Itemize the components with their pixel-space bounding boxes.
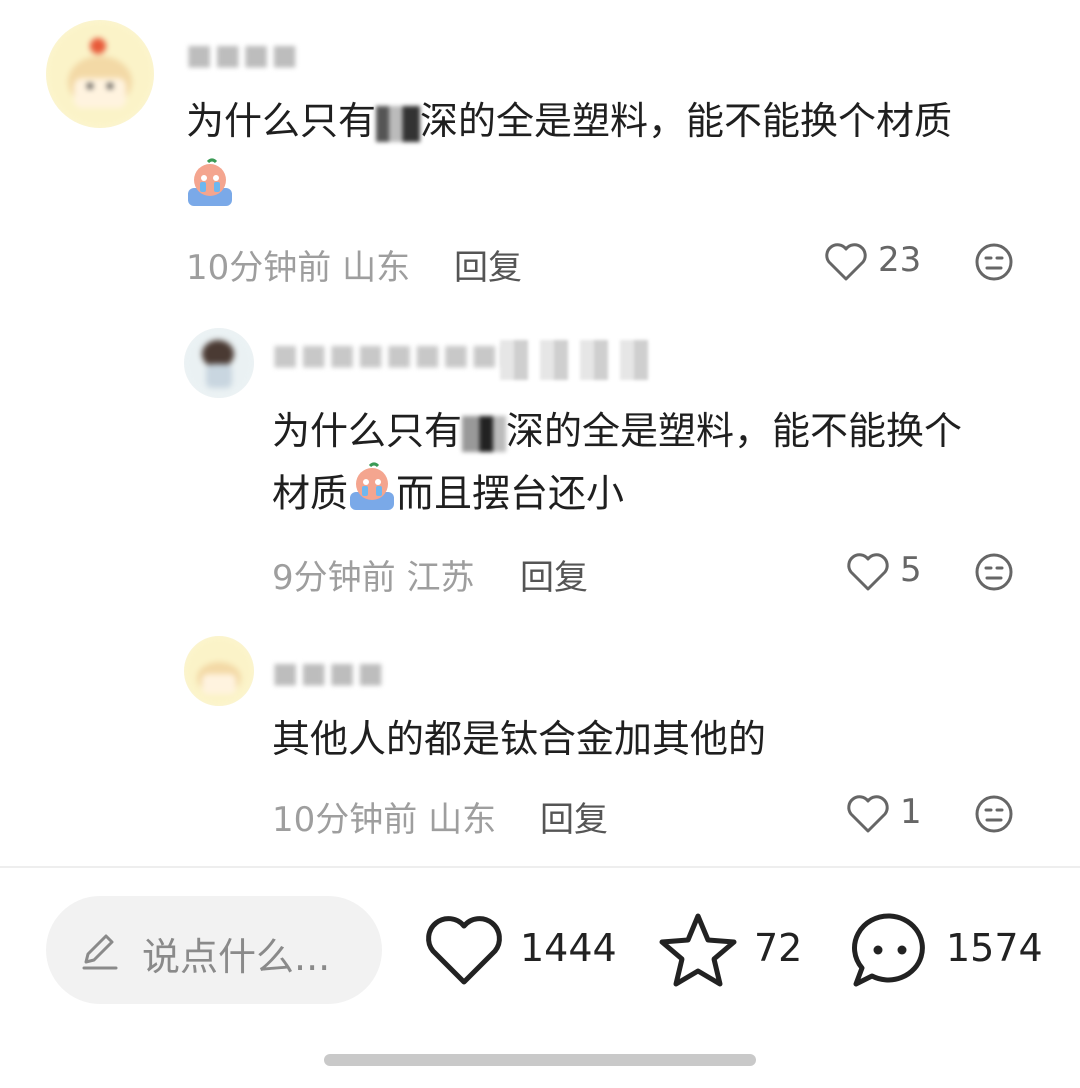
reply-text-line2: 材质 而且摆台还小 bbox=[272, 462, 624, 530]
reply-button[interactable]: 回复 bbox=[454, 240, 522, 289]
home-indicator[interactable] bbox=[324, 1054, 756, 1066]
comment-input[interactable]: 说点什么... bbox=[46, 896, 382, 1004]
username[interactable]: ■■■■ bbox=[272, 656, 386, 689]
input-placeholder: 说点什么... bbox=[142, 935, 331, 979]
heart-icon[interactable] bbox=[424, 914, 504, 988]
divider bbox=[0, 866, 1080, 868]
heart-icon[interactable] bbox=[846, 794, 890, 834]
neutral-face-icon[interactable] bbox=[974, 552, 1014, 592]
redacted-word bbox=[376, 105, 421, 142]
like-count: 5 bbox=[900, 550, 922, 590]
pencil-icon bbox=[78, 928, 122, 972]
like-count: 23 bbox=[878, 240, 922, 280]
neutral-face-icon[interactable] bbox=[974, 242, 1014, 282]
star-icon[interactable] bbox=[658, 910, 738, 990]
chat-bubble-icon[interactable] bbox=[848, 908, 932, 992]
reply-text: 为什么只有 深的全是塑料，能不能换个 bbox=[272, 409, 963, 453]
neutral-face-icon[interactable] bbox=[974, 794, 1014, 834]
favorite-total: 72 bbox=[754, 926, 803, 970]
crying-face-sticker bbox=[348, 462, 396, 530]
comment-time: 10分钟前 山东 bbox=[186, 248, 411, 288]
reply-location: 山东 bbox=[428, 800, 497, 840]
avatar[interactable] bbox=[184, 328, 254, 398]
redacted-word bbox=[462, 415, 507, 452]
reply-button[interactable]: 回复 bbox=[540, 792, 608, 841]
username[interactable]: ■■■■ bbox=[186, 38, 300, 71]
avatar[interactable] bbox=[46, 20, 154, 128]
reply-time: 9分钟前 江苏 bbox=[272, 558, 475, 598]
heart-icon[interactable] bbox=[824, 242, 868, 282]
comment-total: 1574 bbox=[946, 926, 1043, 970]
comment-location: 山东 bbox=[342, 248, 411, 288]
like-count: 1 bbox=[900, 792, 922, 832]
like-total: 1444 bbox=[520, 926, 617, 970]
reply-text: 其他人的都是钛合金加其他的 bbox=[272, 717, 767, 761]
reply-location: 江苏 bbox=[406, 558, 475, 598]
avatar[interactable] bbox=[184, 636, 254, 706]
reply-button[interactable]: 回复 bbox=[520, 550, 588, 599]
crying-face-sticker bbox=[186, 158, 234, 208]
comment-text: 为什么只有 深的全是塑料，能不能换个材质 bbox=[186, 99, 953, 143]
reply-time: 10分钟前 山东 bbox=[272, 800, 497, 840]
redacted-username-mosaic bbox=[500, 340, 650, 380]
heart-icon[interactable] bbox=[846, 552, 890, 592]
